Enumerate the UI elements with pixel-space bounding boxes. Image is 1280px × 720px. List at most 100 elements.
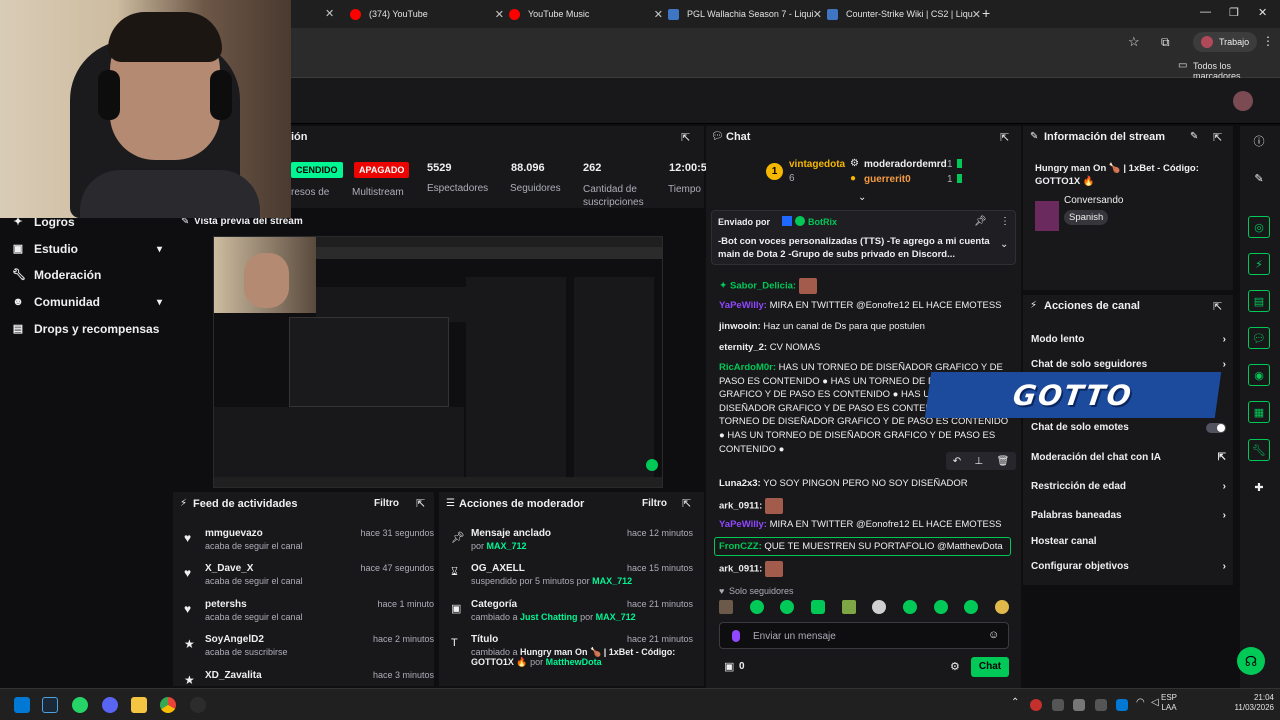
top-chatter-name[interactable]: vintagedota <box>789 159 845 170</box>
slow-mode-item[interactable]: Modo lento › <box>1031 334 1226 345</box>
discord-icon[interactable] <box>102 697 118 713</box>
tray-app-icon[interactable] <box>1095 699 1107 711</box>
user-avatar[interactable] <box>1233 91 1253 111</box>
sidebar-item-comunidad[interactable]: ☻ Comunidad ▾ <box>12 295 162 309</box>
chat-input[interactable]: Enviar un mensaje ☺ <box>719 622 1009 649</box>
wifi-icon[interactable]: ◠ <box>1136 697 1145 708</box>
avatar <box>1201 36 1213 48</box>
chat-bubble-icon[interactable]: 💬︎ <box>1248 327 1270 349</box>
chevron-down-icon[interactable]: ⌄ <box>858 192 866 203</box>
popout-icon[interactable]: ⇱ <box>681 131 690 144</box>
edit-icon[interactable]: ✎ <box>1190 131 1198 142</box>
sidebar-item-drops[interactable]: ▤ Drops y recompensas <box>12 322 160 336</box>
host-channel-item[interactable]: Hostear canal <box>1031 536 1226 547</box>
steam-icon[interactable] <box>42 697 58 713</box>
emote[interactable] <box>872 600 887 614</box>
popout-icon[interactable]: ⇱ <box>1213 131 1222 144</box>
tray-app-icon[interactable] <box>1030 699 1042 711</box>
tab-pgl-wallachia[interactable]: PGL Wallachia Season 7 - Liqui ✕ <box>668 4 822 24</box>
new-tab-button[interactable]: + <box>982 5 990 21</box>
tray-app-icon[interactable] <box>1052 699 1064 711</box>
minimize-icon[interactable]: — <box>1200 6 1211 18</box>
pin-icon[interactable]: 📌︎ <box>974 216 987 227</box>
send-chat-button[interactable]: Chat <box>971 657 1009 677</box>
bolt-icon[interactable]: ⚡︎ <box>1248 253 1270 275</box>
title-icon: T <box>451 637 458 649</box>
sidebar-item-estudio[interactable]: ▣ Estudio ▾ <box>12 242 162 256</box>
age-restriction-item[interactable]: Restricción de edad › <box>1031 481 1226 492</box>
emote[interactable] <box>810 600 825 614</box>
clip-icon[interactable]: ◎ <box>1248 216 1270 238</box>
chrome-icon[interactable] <box>160 697 176 713</box>
tab-cs-wiki[interactable]: Counter-Strike Wiki | CS2 | Liqu ✕ <box>827 4 981 24</box>
top-chatter-name[interactable]: moderadordemrd <box>864 159 947 170</box>
pin-icon[interactable]: ⊥ <box>974 456 983 467</box>
stream-preview-video[interactable] <box>213 236 663 488</box>
mic-icon[interactable] <box>732 630 740 642</box>
clock[interactable]: 21:04 11/03/2026 <box>1220 693 1274 713</box>
mod-filter-button[interactable]: Filtro <box>642 498 667 509</box>
obs-icon[interactable] <box>190 697 206 713</box>
trash-icon[interactable]: 🗑︎ <box>997 456 1010 467</box>
more-icon[interactable]: ⋮ <box>1000 216 1010 227</box>
settings-icon[interactable]: ⚙︎ <box>950 660 960 673</box>
sidebar-item-moderacion[interactable]: 🔧︎ Moderación <box>12 268 101 282</box>
popout-icon[interactable]: ⇱ <box>416 497 425 510</box>
emote[interactable] <box>841 600 856 614</box>
close-tab-icon[interactable]: ✕ <box>325 7 334 20</box>
emote[interactable] <box>964 600 979 614</box>
input-language[interactable]: ESP LAA <box>1161 693 1177 713</box>
broadcast-icon[interactable]: ◉ <box>1248 364 1270 386</box>
close-tab-icon[interactable]: ✕ <box>813 8 822 21</box>
file-explorer-icon[interactable] <box>131 697 147 713</box>
popout-icon[interactable]: ⇱ <box>1213 300 1222 313</box>
menu-icon[interactable]: ⋮ <box>1262 34 1274 48</box>
help-button[interactable]: ☊ <box>1237 647 1265 675</box>
close-tab-icon[interactable]: ✕ <box>972 8 981 21</box>
top-chatter-name[interactable]: guerrerit0 <box>864 174 911 185</box>
category-name[interactable]: Conversando <box>1064 195 1123 206</box>
undo-icon[interactable]: ↶ <box>953 456 961 467</box>
close-tab-icon[interactable]: ✕ <box>654 8 663 21</box>
popout-icon[interactable]: ⇱ <box>1000 131 1009 144</box>
ai-moderation-item[interactable]: Moderación del chat con IA ⇱ <box>1031 452 1226 463</box>
restore-icon[interactable]: ❐ <box>1229 6 1239 19</box>
info-icon[interactable]: ⓘ <box>1248 130 1270 152</box>
close-window-icon[interactable]: ✕ <box>1258 6 1267 19</box>
tab-youtube[interactable]: (374) YouTube ✕ <box>350 4 504 24</box>
profile-button[interactable]: Trabajo <box>1193 32 1258 52</box>
emote[interactable] <box>933 600 948 614</box>
whatsapp-icon[interactable] <box>72 697 88 713</box>
star-icon[interactable]: ☆ <box>1128 34 1140 50</box>
emote-only-chat-item[interactable]: Chat de solo emotes <box>1031 422 1226 433</box>
tray-chevron-icon[interactable]: ⌃ <box>1011 697 1019 708</box>
emote[interactable] <box>994 600 1009 614</box>
apps-icon[interactable]: ✚ <box>1248 476 1270 498</box>
bluetooth-icon[interactable] <box>1116 699 1128 711</box>
popout-icon[interactable]: ⇱ <box>682 497 691 510</box>
tray-app-icon[interactable] <box>1073 699 1085 711</box>
followers-only-label: Solo seguidores <box>729 586 794 596</box>
extensions-icon[interactable]: ⧉ <box>1161 35 1170 50</box>
volume-icon[interactable]: ◁ <box>1151 697 1159 708</box>
chevron-down-icon[interactable]: ⌄ <box>1000 239 1008 250</box>
windows-start-icon[interactable] <box>14 697 30 713</box>
followers-only-chat-item[interactable]: Chat de solo seguidores › <box>1031 359 1226 370</box>
banned-words-item[interactable]: Palabras baneadas › <box>1031 510 1226 521</box>
close-tab-icon[interactable]: ✕ <box>495 8 504 21</box>
points-icon[interactable]: ▣ <box>724 660 734 673</box>
emote[interactable] <box>902 600 917 614</box>
pinned-sender[interactable]: BotRix <box>808 217 837 227</box>
toggle-switch[interactable] <box>1206 422 1226 433</box>
pencil-icon[interactable]: ✎ <box>1248 167 1270 189</box>
emote[interactable] <box>780 600 795 614</box>
wrench-icon[interactable]: 🔧︎ <box>1248 439 1270 461</box>
layout-icon[interactable]: ▦ <box>1248 401 1270 423</box>
configure-goals-item[interactable]: Configurar objetivos › <box>1031 561 1226 572</box>
feed-filter-button[interactable]: Filtro <box>374 498 399 509</box>
emote-picker-icon[interactable]: ☺ <box>988 629 999 641</box>
tab-youtube-music[interactable]: YouTube Music ✕ <box>509 4 663 24</box>
emote[interactable] <box>719 600 733 614</box>
clipboard-icon[interactable]: ▤ <box>1248 290 1270 312</box>
emote[interactable] <box>749 600 764 614</box>
